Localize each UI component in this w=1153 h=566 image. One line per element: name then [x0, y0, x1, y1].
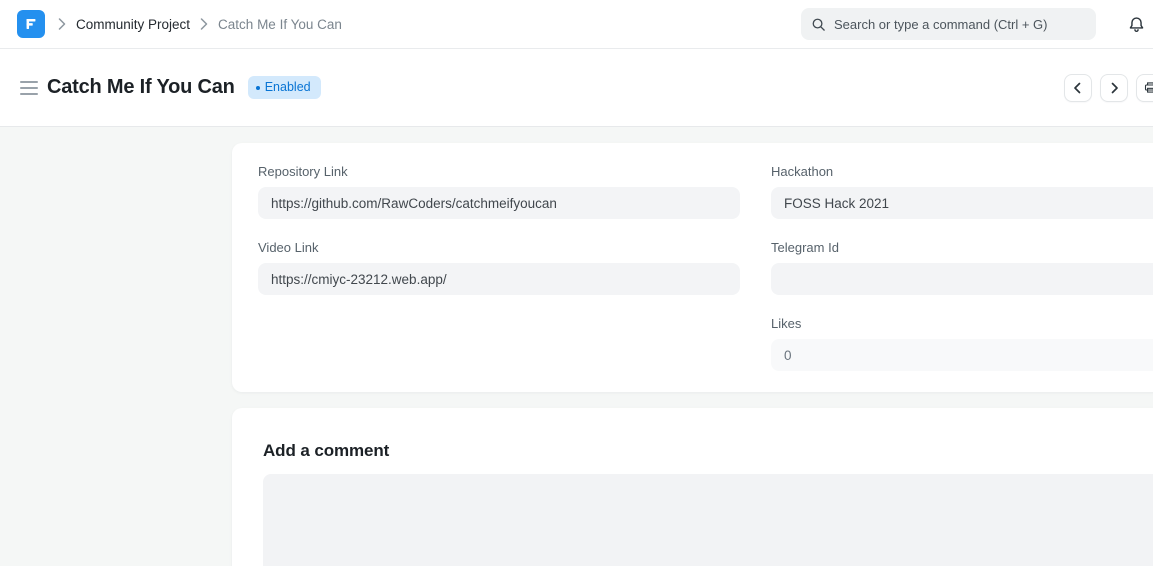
breadcrumb-item-community-project[interactable]: Community Project: [76, 17, 190, 32]
breadcrumb: Community Project Catch Me If You Can: [58, 17, 342, 32]
hackathon-label: Hackathon: [771, 164, 1153, 180]
header-actions: [1064, 74, 1153, 102]
details-form-card: Repository Link Video Link Hackathon Tel: [232, 143, 1153, 392]
field-likes: Likes: [771, 316, 1153, 371]
printer-icon: [1143, 80, 1153, 95]
form-column-left: Repository Link Video Link: [258, 164, 740, 371]
comment-input[interactable]: [263, 474, 1153, 566]
hackathon-input[interactable]: [771, 187, 1153, 219]
page-title: Catch Me If You Can: [47, 76, 235, 99]
global-search[interactable]: [801, 8, 1096, 40]
likes-value: [771, 339, 1153, 371]
telegram-id-label: Telegram Id: [771, 240, 1153, 256]
chevron-right-icon: [200, 18, 208, 30]
chevron-right-icon: [1108, 82, 1120, 94]
video-link-label: Video Link: [258, 240, 740, 256]
search-input[interactable]: [834, 17, 1086, 32]
app-window: Community Project Catch Me If You Can: [0, 0, 1153, 566]
bell-icon: [1127, 15, 1146, 34]
field-video-link: Video Link: [258, 240, 740, 295]
status-dot-icon: [256, 86, 260, 90]
field-hackathon: Hackathon: [771, 164, 1153, 219]
form-grid: Repository Link Video Link Hackathon Tel: [258, 164, 1153, 371]
sidebar-toggle-button[interactable]: [20, 81, 38, 95]
form-column-right: Hackathon Telegram Id Likes: [771, 164, 1153, 371]
status-badge-label: Enabled: [265, 81, 311, 94]
comment-card: Add a comment: [232, 408, 1153, 566]
telegram-id-input[interactable]: [771, 263, 1153, 295]
chevron-left-icon: [1072, 82, 1084, 94]
likes-label: Likes: [771, 316, 1153, 332]
video-link-input[interactable]: [258, 263, 740, 295]
chevron-right-icon: [58, 18, 66, 30]
field-telegram-id: Telegram Id: [771, 240, 1153, 295]
frappe-logo-icon[interactable]: [17, 10, 45, 38]
menu-icon: [20, 81, 38, 83]
field-repository-link: Repository Link: [258, 164, 740, 219]
prev-record-button[interactable]: [1064, 74, 1092, 102]
print-button[interactable]: [1136, 74, 1153, 102]
search-icon: [811, 17, 826, 32]
status-badge: Enabled: [248, 76, 321, 99]
notifications-button[interactable]: [1127, 15, 1146, 34]
top-navbar: Community Project Catch Me If You Can: [0, 0, 1153, 49]
frappe-f-glyph: [22, 15, 40, 33]
page-header: Catch Me If You Can Enabled: [0, 49, 1153, 127]
comment-section-title: Add a comment: [263, 441, 1153, 461]
repository-link-input[interactable]: [258, 187, 740, 219]
repository-link-label: Repository Link: [258, 164, 740, 180]
breadcrumb-item-current[interactable]: Catch Me If You Can: [218, 17, 342, 32]
page-body: Repository Link Video Link Hackathon Tel: [0, 127, 1153, 566]
next-record-button[interactable]: [1100, 74, 1128, 102]
